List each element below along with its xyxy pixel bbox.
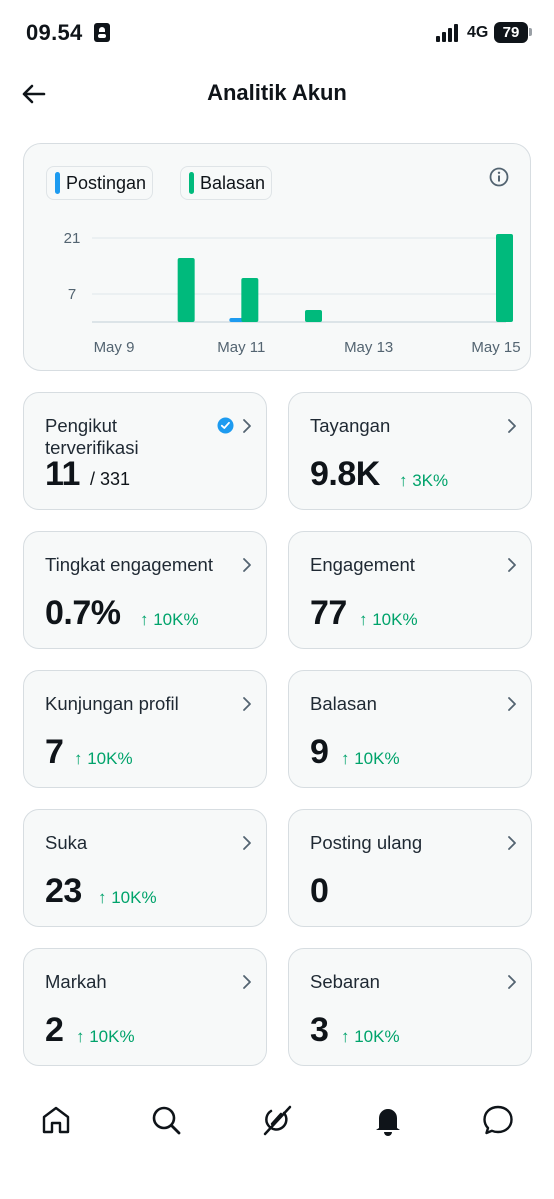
status-bar: 09.54 4G 79 bbox=[0, 0, 554, 66]
metric-card[interactable]: Tayangan 9.8K ↑ 3K% bbox=[288, 392, 532, 510]
metric-card[interactable]: Tingkat engagement 0.7% ↑ 10K% bbox=[23, 531, 267, 649]
chevron-right-icon bbox=[508, 975, 516, 989]
nav-grok[interactable] bbox=[259, 1102, 295, 1138]
y-tick-label: 21 bbox=[64, 230, 81, 247]
metric-card[interactable]: Balasan 9 ↑ 10K% bbox=[288, 670, 532, 788]
id-card-icon bbox=[94, 23, 110, 42]
network-type: 4G bbox=[467, 24, 489, 41]
signal-icon bbox=[436, 24, 462, 42]
bottom-nav bbox=[0, 1090, 554, 1152]
chevron-right-icon bbox=[508, 558, 516, 572]
metric-label: Engagement bbox=[310, 554, 415, 575]
x-tick-label: May 9 bbox=[94, 339, 135, 356]
metric-card[interactable]: Kunjungan profil 7 ↑ 10K% bbox=[23, 670, 267, 788]
metric-delta: ↑ 10K% bbox=[341, 749, 400, 768]
x-tick-label: May 15 bbox=[471, 339, 520, 356]
bar-balasan[interactable] bbox=[305, 310, 322, 322]
nav-notifications[interactable] bbox=[370, 1102, 406, 1138]
metric-value: 0 bbox=[310, 872, 329, 910]
metric-value: 23 bbox=[45, 872, 82, 910]
metric-value: 11 bbox=[45, 455, 80, 493]
metric-value: 7 bbox=[45, 733, 64, 771]
metric-card[interactable]: Suka 23 ↑ 10K% bbox=[23, 809, 267, 927]
verified-badge-icon bbox=[217, 417, 234, 434]
status-time: 09.54 bbox=[26, 20, 83, 45]
nav-home[interactable] bbox=[38, 1102, 74, 1138]
metric-delta: ↑ 10K% bbox=[140, 610, 199, 629]
battery-icon: 79 bbox=[494, 22, 528, 43]
metric-value: 9 bbox=[310, 733, 329, 771]
metric-label: Markah bbox=[45, 971, 107, 992]
metric-value: 77 bbox=[310, 594, 347, 632]
chevron-right-icon bbox=[508, 836, 516, 850]
metric-delta: ↑ 10K% bbox=[98, 888, 157, 907]
bar-balasan[interactable] bbox=[177, 258, 195, 322]
page-title: Analitik Akun bbox=[207, 80, 347, 105]
metric-value: 3 bbox=[310, 1011, 329, 1049]
bell-icon bbox=[376, 1109, 400, 1136]
bar-balasan[interactable] bbox=[496, 234, 513, 322]
metric-label: Sebaran bbox=[310, 971, 380, 992]
metric-card[interactable]: Pengikut terverifikasi 11 / 331 bbox=[23, 392, 267, 510]
metric-value: 2 bbox=[45, 1011, 64, 1049]
metric-label: Kunjungan profil bbox=[45, 693, 179, 714]
y-tick-label: 7 bbox=[68, 286, 76, 303]
metric-delta: ↑ 10K% bbox=[359, 610, 418, 629]
x-tick-label: May 11 bbox=[217, 339, 265, 356]
metric-value: 9.8K bbox=[310, 455, 380, 493]
home-icon bbox=[42, 1106, 70, 1134]
metric-label: Tayangan bbox=[310, 415, 391, 436]
chevron-right-icon bbox=[243, 419, 251, 433]
chevron-right-icon bbox=[243, 558, 251, 572]
metric-card[interactable]: Sebaran 3 ↑ 10K% bbox=[288, 948, 532, 1066]
chevron-right-icon bbox=[508, 419, 516, 433]
x-tick-label: May 13 bbox=[344, 339, 393, 356]
metric-card[interactable]: Markah 2 ↑ 10K% bbox=[23, 948, 267, 1066]
nav-messages[interactable] bbox=[480, 1102, 516, 1138]
search-icon bbox=[152, 1106, 181, 1135]
metric-delta: ↑ 10K% bbox=[341, 1027, 400, 1046]
chevron-right-icon bbox=[243, 836, 251, 850]
chart-card: Postingan Balasan 21 7 May 9 May 11 May 13 Ma… bbox=[23, 143, 531, 371]
metric-delta: ↑ 10K% bbox=[74, 749, 133, 768]
bar-chart: 21 7 May 9 May 11 May 13 May 15 bbox=[64, 230, 521, 356]
chevron-right-icon bbox=[243, 975, 251, 989]
metric-card[interactable]: Engagement 77 ↑ 10K% bbox=[288, 531, 532, 649]
metric-label: Suka bbox=[45, 832, 88, 853]
metric-label: Pengikut terverifikasi bbox=[45, 415, 139, 458]
metric-delta: ↑ 3K% bbox=[399, 471, 449, 490]
grok-icon bbox=[263, 1105, 292, 1136]
messages-icon bbox=[483, 1105, 513, 1135]
metric-card[interactable]: Posting ulang 0 bbox=[288, 809, 532, 927]
battery-cap bbox=[529, 28, 532, 36]
metric-total: / 331 bbox=[90, 469, 131, 489]
metric-delta: ↑ 10K% bbox=[76, 1027, 135, 1046]
metric-value: 0.7% bbox=[45, 594, 121, 632]
metric-label: Posting ulang bbox=[310, 832, 423, 853]
bar-balasan[interactable] bbox=[241, 278, 259, 322]
chevron-right-icon bbox=[243, 697, 251, 711]
metric-label: Tingkat engagement bbox=[45, 554, 213, 575]
chevron-right-icon bbox=[508, 697, 516, 711]
metric-label: Balasan bbox=[310, 693, 377, 714]
nav-search[interactable] bbox=[148, 1102, 184, 1138]
